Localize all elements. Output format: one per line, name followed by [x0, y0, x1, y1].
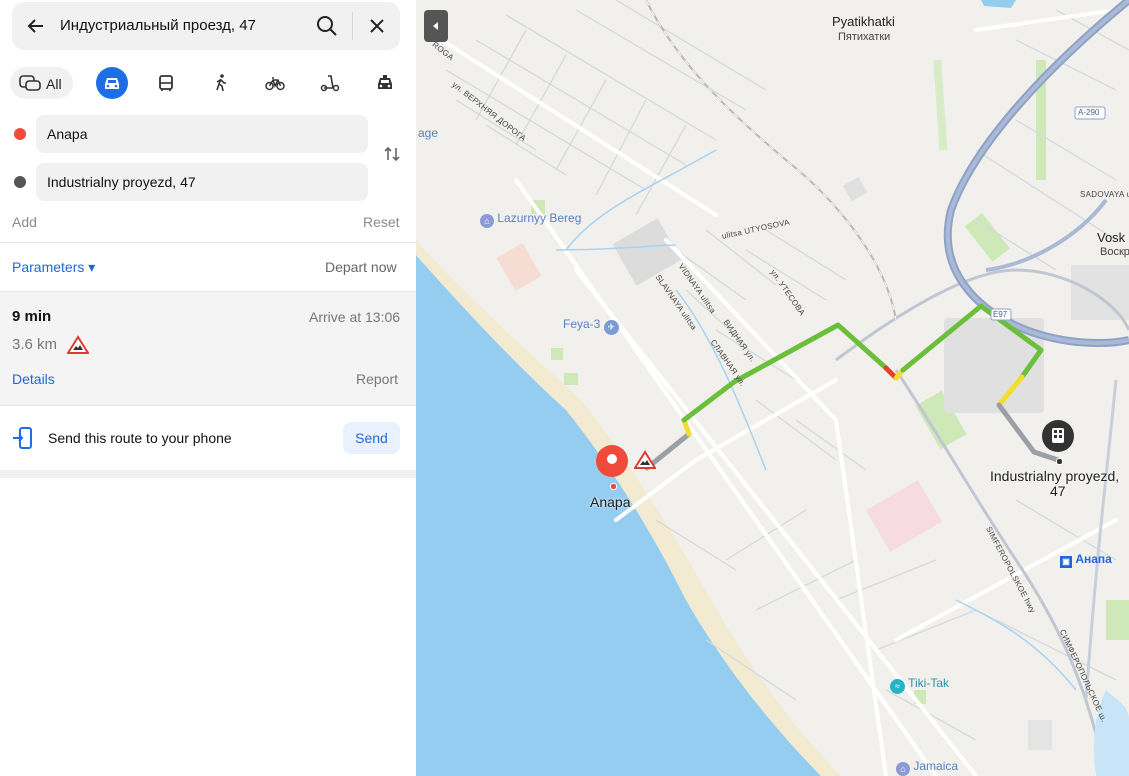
- start-point: [610, 483, 617, 490]
- search-input[interactable]: Индустриальный проезд, 47: [60, 17, 256, 34]
- scooter-icon: [320, 75, 340, 92]
- send-button[interactable]: Send: [343, 422, 400, 454]
- collapse-panel-button[interactable]: [424, 10, 448, 42]
- mode-all-label: All: [46, 76, 62, 92]
- place-label: Воскр: [1100, 246, 1129, 258]
- to-field[interactable]: Industrialny proyezd, 47: [36, 163, 368, 201]
- report-link[interactable]: Report: [356, 371, 398, 387]
- route-panel: Индустриальный проезд, 47 All Anapa Indu…: [0, 0, 416, 776]
- route-arrival: Arrive at 13:06: [309, 309, 401, 325]
- route-option-card[interactable]: 9 min Arrive at 13:06 3.6 km Details Rep…: [0, 292, 416, 405]
- depart-now-button[interactable]: Depart now: [325, 259, 397, 275]
- all-modes-icon: [19, 75, 41, 91]
- from-value: Anapa: [47, 126, 88, 142]
- road-shield-a290: A-290: [1078, 108, 1100, 117]
- chevron-left-icon: [433, 22, 438, 30]
- back-arrow-icon[interactable]: [26, 16, 46, 36]
- start-pin-icon[interactable]: [596, 445, 628, 477]
- train-station-icon: ▣: [1060, 556, 1072, 568]
- mode-bus-button[interactable]: [150, 67, 182, 99]
- transport-modes: All: [10, 66, 406, 100]
- place-label: age: [418, 126, 439, 140]
- hotel-icon: ⌂: [480, 214, 494, 228]
- search-bar[interactable]: Индустриальный проезд, 47: [12, 2, 400, 50]
- destination-building-icon[interactable]: [1042, 420, 1074, 452]
- mode-bike-button[interactable]: [259, 67, 291, 99]
- car-icon: [105, 78, 119, 89]
- destination-point: [1056, 458, 1063, 465]
- mode-walk-button[interactable]: [205, 67, 237, 99]
- place-label: Пятихатки: [838, 31, 891, 43]
- hotel-icon: ⌂: [896, 762, 910, 776]
- end-dot-icon: [14, 176, 26, 188]
- destination-label-line1: Industrialny proyezd,: [990, 468, 1120, 484]
- start-dot-icon: [14, 128, 26, 140]
- section-spacer: [0, 470, 416, 478]
- to-value: Industrialny proyezd, 47: [47, 174, 196, 190]
- taxi-icon: [378, 75, 392, 89]
- poi-lazurnyy-bereg[interactable]: ⌂ Lazurnyy Bereg: [480, 211, 581, 228]
- mode-all-button[interactable]: All: [10, 67, 73, 99]
- search-icon[interactable]: [316, 15, 338, 37]
- poi-anapa-station[interactable]: ▣ Анапа: [1060, 552, 1112, 568]
- map-view[interactable]: Pyatikhatki Пятихатки Vosk Воскр age ⌂ L…: [416, 0, 1129, 776]
- close-icon[interactable]: [367, 16, 387, 36]
- poi-tiki-tak[interactable]: ≈ Tiki-Tak: [890, 676, 949, 694]
- add-waypoint-button[interactable]: Add: [12, 214, 37, 230]
- reset-button[interactable]: Reset: [363, 214, 400, 230]
- poi-jamaica[interactable]: ⌂ Jamaica: [896, 759, 958, 776]
- details-link[interactable]: Details: [12, 371, 55, 387]
- send-route-text: Send this route to your phone: [48, 430, 232, 446]
- road-shield-e97: E97: [993, 310, 1008, 319]
- map-canvas[interactable]: [416, 0, 1129, 776]
- swim-icon: ≈: [890, 679, 905, 694]
- mode-scooter-button[interactable]: [314, 67, 346, 99]
- plane-icon: ✈: [603, 320, 619, 335]
- place-label: Vosk: [1097, 230, 1126, 245]
- route-distance: 3.6 km: [12, 336, 58, 353]
- street-label: SADOVAYA ul.: [1080, 190, 1129, 199]
- bus-icon: [159, 75, 173, 91]
- walk-icon: [216, 74, 226, 92]
- place-label: Pyatikhatki: [832, 14, 895, 29]
- road-warning-icon[interactable]: [634, 450, 656, 470]
- poi-feya3[interactable]: Feya-3 ✈: [563, 317, 619, 335]
- swap-arrows-icon[interactable]: [382, 144, 402, 164]
- route-duration: 9 min: [12, 308, 52, 325]
- divider: [352, 12, 353, 40]
- send-to-phone-icon: [13, 427, 32, 449]
- parameters-dropdown[interactable]: Parameters ▾: [12, 259, 95, 276]
- mode-taxi-button[interactable]: [369, 67, 401, 99]
- divider: [0, 405, 416, 406]
- road-warning-icon: [67, 335, 89, 354]
- destination-label-line2: 47: [1050, 483, 1066, 499]
- divider: [0, 242, 416, 243]
- bike-icon: [265, 77, 285, 91]
- start-label: Anapa: [590, 494, 631, 510]
- from-field[interactable]: Anapa: [36, 115, 368, 153]
- mode-car-button[interactable]: [96, 67, 128, 99]
